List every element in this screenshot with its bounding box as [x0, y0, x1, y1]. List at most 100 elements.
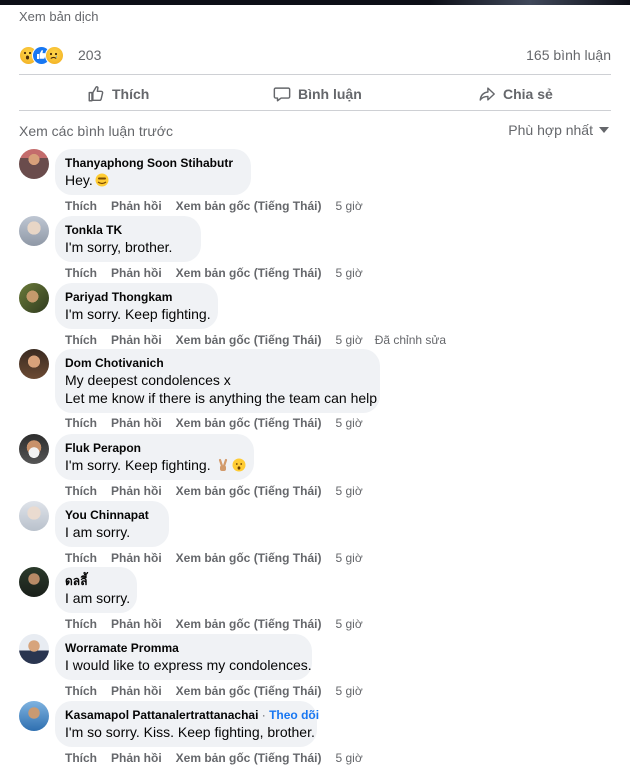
avatar[interactable]: [19, 349, 49, 379]
like-link[interactable]: Thích: [65, 484, 97, 498]
share-arrow-icon: [479, 87, 495, 101]
reply-link[interactable]: Phản hồi: [111, 484, 162, 498]
comment-bubble: Kasamapol Pattanalertrattanachai · Theo …: [55, 701, 319, 747]
comment-actions: Thích Phản hồi Xem bản gốc (Tiếng Thái) …: [65, 484, 375, 498]
comment-author[interactable]: Thanyaphong Soon Stihabutr: [65, 155, 241, 171]
reply-link[interactable]: Phản hồi: [111, 617, 162, 631]
comment-author[interactable]: ดลลี้: [65, 573, 127, 589]
comment-timestamp[interactable]: 5 giờ: [335, 484, 362, 498]
avatar[interactable]: [19, 149, 49, 179]
see-original-link[interactable]: Xem bản gốc (Tiếng Thái): [176, 333, 322, 347]
like-button[interactable]: Thích: [87, 79, 149, 109]
divider: [19, 110, 611, 111]
comment-actions: Thích Phản hồi Xem bản gốc (Tiếng Thái) …: [65, 266, 375, 280]
comment-bubble: ดลลี้ I am sorry.: [55, 567, 137, 613]
comment-author[interactable]: Kasamapol Pattanalertrattanachai: [65, 708, 258, 722]
separator-dot: ·: [258, 708, 270, 722]
comment-text: I am sorry.: [65, 590, 131, 606]
comment-timestamp[interactable]: 5 giờ: [335, 266, 362, 280]
comment-text: I'm so sorry. Kiss. Keep fighting, broth…: [65, 724, 315, 740]
hiding-face-emoji: [95, 173, 109, 187]
comment-author[interactable]: Tonkla TK: [65, 222, 191, 238]
reply-link[interactable]: Phản hồi: [111, 751, 162, 765]
avatar[interactable]: [19, 434, 49, 464]
avatar[interactable]: [19, 283, 49, 313]
reaction-count[interactable]: 203: [78, 47, 101, 63]
sad-icon: [45, 46, 64, 65]
comment-actions: Thích Phản hồi Xem bản gốc (Tiếng Thái) …: [65, 617, 375, 631]
action-bar: Thích Bình luận Chia sẻ: [19, 79, 611, 109]
reply-link[interactable]: Phản hồi: [111, 333, 162, 347]
comment-actions: Thích Phản hồi Xem bản gốc (Tiếng Thái) …: [65, 199, 375, 213]
share-button[interactable]: Chia sẻ: [478, 79, 553, 109]
avatar[interactable]: [19, 634, 49, 664]
comment-text: I'm sorry. Keep fighting.: [65, 456, 246, 474]
comment-timestamp[interactable]: 5 giờ: [335, 751, 362, 765]
comment-author-line: Kasamapol Pattanalertrattanachai · Theo …: [65, 707, 319, 723]
comment-bubble: Thanyaphong Soon Stihabutr Hey.: [55, 149, 251, 195]
see-original-link[interactable]: Xem bản gốc (Tiếng Thái): [176, 617, 322, 631]
like-link[interactable]: Thích: [65, 684, 97, 698]
see-original-link[interactable]: Xem bản gốc (Tiếng Thái): [176, 199, 322, 213]
see-translation-link[interactable]: Xem bản dịch: [19, 9, 99, 24]
avatar[interactable]: [19, 216, 49, 246]
reply-link[interactable]: Phản hồi: [111, 551, 162, 565]
view-previous-comments-link[interactable]: Xem các bình luận trước: [19, 123, 173, 139]
see-original-link[interactable]: Xem bản gốc (Tiếng Thái): [176, 684, 322, 698]
speech-bubble-icon: [273, 87, 291, 102]
reaction-icons[interactable]: [19, 46, 79, 65]
divider: [19, 74, 611, 75]
comment-text: I'm sorry, brother.: [65, 239, 173, 255]
comment-author[interactable]: Worramate Promma: [65, 640, 302, 656]
comment-author[interactable]: Dom Chotivanich: [65, 355, 370, 371]
avatar[interactable]: [19, 567, 49, 597]
victory-hand-emoji: [219, 458, 228, 471]
like-link[interactable]: Thích: [65, 751, 97, 765]
comment-timestamp[interactable]: 5 giờ: [335, 617, 362, 631]
reply-link[interactable]: Phản hồi: [111, 684, 162, 698]
like-button-label: Thích: [112, 86, 150, 102]
comment-timestamp[interactable]: 5 giờ: [335, 684, 362, 698]
comment-bubble: Dom Chotivanich My deepest condolences x…: [55, 349, 380, 413]
comment-actions: Thích Phản hồi Xem bản gốc (Tiếng Thái) …: [65, 684, 375, 698]
comment-actions: Thích Phản hồi Xem bản gốc (Tiếng Thái) …: [65, 333, 446, 347]
comment-author[interactable]: Fluk Perapon: [65, 440, 244, 456]
comment-timestamp[interactable]: 5 giờ: [335, 333, 362, 347]
comment-count[interactable]: 165 bình luận: [526, 47, 611, 63]
comment-button-label: Bình luận: [298, 86, 362, 102]
reply-link[interactable]: Phản hồi: [111, 266, 162, 280]
comment-author[interactable]: Pariyad Thongkam: [65, 289, 208, 305]
like-link[interactable]: Thích: [65, 617, 97, 631]
sort-comments-dropdown[interactable]: Phù hợp nhất: [508, 122, 609, 138]
see-original-link[interactable]: Xem bản gốc (Tiếng Thái): [176, 551, 322, 565]
comment-button[interactable]: Bình luận: [273, 79, 362, 109]
comment-text: Hey.: [65, 171, 241, 189]
like-link[interactable]: Thích: [65, 416, 97, 430]
comment-actions: Thích Phản hồi Xem bản gốc (Tiếng Thái) …: [65, 751, 375, 765]
see-original-link[interactable]: Xem bản gốc (Tiếng Thái): [176, 266, 322, 280]
comment-text-line: Let me know if there is anything the tea…: [65, 390, 378, 406]
see-original-link[interactable]: Xem bản gốc (Tiếng Thái): [176, 416, 322, 430]
comment-timestamp[interactable]: 5 giờ: [335, 551, 362, 565]
thumbs-up-icon: [88, 86, 104, 102]
comment-bubble: You Chinnapat I am sorry.: [55, 501, 169, 547]
caret-down-icon: [599, 127, 609, 133]
see-original-link[interactable]: Xem bản gốc (Tiếng Thái): [176, 751, 322, 765]
follow-link[interactable]: Theo dõi: [269, 708, 319, 722]
reply-link[interactable]: Phản hồi: [111, 416, 162, 430]
like-link[interactable]: Thích: [65, 199, 97, 213]
avatar[interactable]: [19, 501, 49, 531]
like-link[interactable]: Thích: [65, 266, 97, 280]
comment-timestamp[interactable]: 5 giờ: [335, 416, 362, 430]
comment-timestamp[interactable]: 5 giờ: [335, 199, 362, 213]
comment-text: I would like to express my condolences.: [65, 657, 312, 673]
like-link[interactable]: Thích: [65, 551, 97, 565]
edited-label: Đã chỉnh sửa: [374, 333, 447, 347]
like-link[interactable]: Thích: [65, 333, 97, 347]
see-original-link[interactable]: Xem bản gốc (Tiếng Thái): [176, 484, 322, 498]
comment-bubble: Tonkla TK I'm sorry, brother.: [55, 216, 201, 262]
avatar[interactable]: [19, 701, 49, 731]
comment-bubble: Fluk Perapon I'm sorry. Keep fighting.: [55, 434, 254, 480]
reply-link[interactable]: Phản hồi: [111, 199, 162, 213]
comment-author[interactable]: You Chinnapat: [65, 507, 159, 523]
